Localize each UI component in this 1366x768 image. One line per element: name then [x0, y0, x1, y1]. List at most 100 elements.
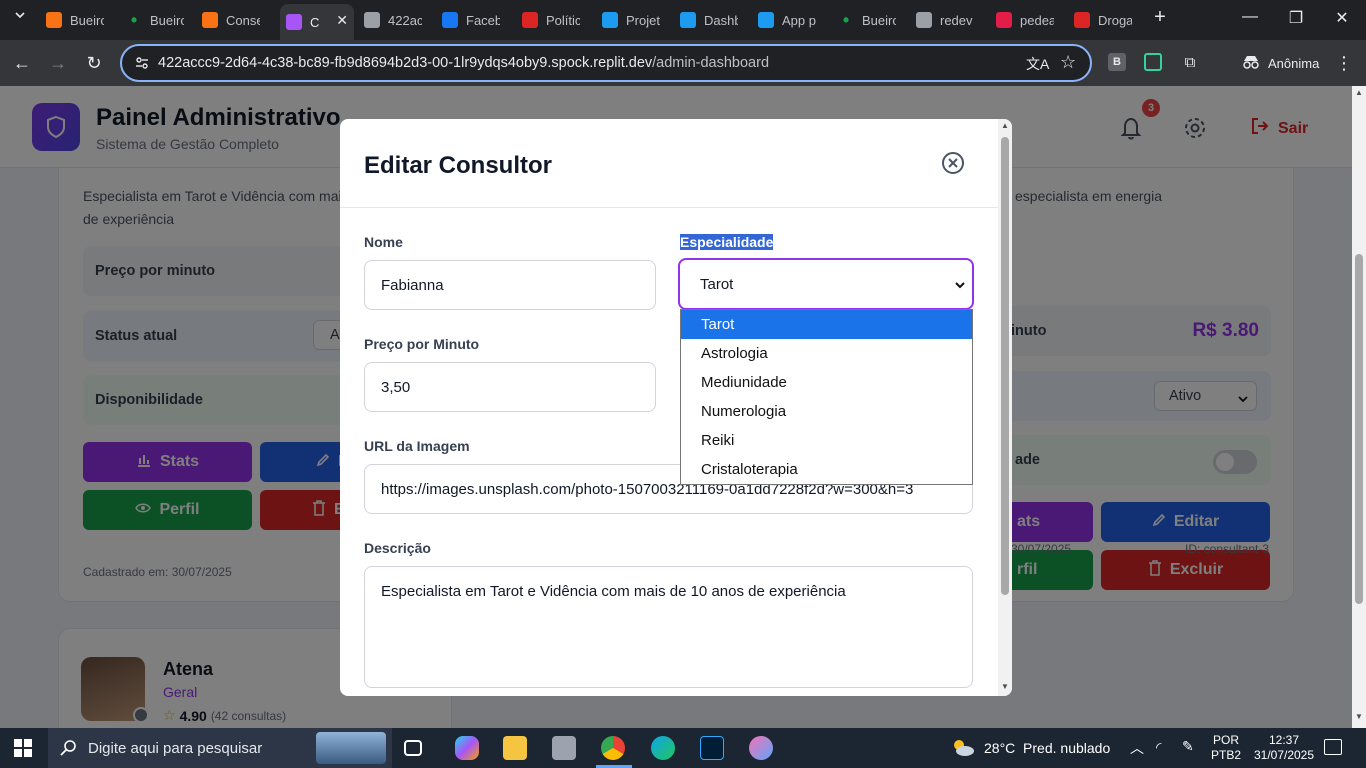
incognito-profile[interactable]: Anônima	[1232, 48, 1329, 78]
file-explorer-icon[interactable]	[503, 736, 527, 760]
replit-icon	[680, 12, 696, 28]
modal-scrollbar[interactable]: ▲ ▼	[998, 119, 1012, 696]
chrome-icon[interactable]	[601, 736, 625, 760]
name-label: Nome	[364, 234, 403, 250]
browser-tab[interactable]: C ✕	[280, 4, 354, 40]
new-tab-icon[interactable]: +	[1148, 6, 1172, 29]
tab-label: Projet	[626, 12, 660, 28]
tab-search-icon[interactable]	[8, 8, 32, 27]
copilot-icon[interactable]	[455, 736, 479, 760]
browser-toolbar: ← → ↻ 422accc9-2d64-4c38-bc89-fb9d8694b2…	[0, 40, 1366, 86]
taskbar-search-input[interactable]: Digite aqui para pesquisar	[48, 728, 392, 768]
tab-label: C	[310, 14, 320, 30]
modal-header: Editar Consultor	[340, 119, 998, 208]
windows-start-icon[interactable]	[14, 739, 32, 762]
close-icon[interactable]	[940, 150, 966, 176]
weather-icon[interactable]	[950, 736, 976, 760]
specialty-select[interactable]: Tarot	[678, 258, 974, 310]
tab-label: Dashb	[704, 12, 738, 28]
browser-tab-bar: Bueiro • Bueiro Conse C ✕ 422ac Faceb Polític Pro…	[0, 0, 1366, 40]
dot-icon: •	[842, 9, 850, 30]
incognito-icon	[1242, 55, 1260, 72]
forward-icon[interactable]: →	[46, 51, 70, 75]
keyboard-layout: PTB2	[1210, 748, 1241, 762]
description-textarea[interactable]: Especialista em Tarot e Vidência com mai…	[364, 566, 973, 688]
tab-label: Bueiro	[150, 12, 184, 28]
photoshop-icon[interactable]	[700, 736, 724, 760]
browser-tab[interactable]: pedea	[990, 6, 1054, 34]
search-icon	[60, 739, 78, 761]
page-scrollbar-thumb[interactable]	[1355, 254, 1363, 604]
replit-icon	[602, 12, 618, 28]
specialty-label: Especialidade	[680, 234, 774, 250]
globe-icon	[916, 12, 932, 28]
reload-icon[interactable]: ↻	[82, 51, 106, 75]
description-label: Descrição	[364, 540, 431, 556]
site-info-icon[interactable]	[134, 55, 150, 76]
policy-icon	[522, 12, 538, 28]
dashboard-icon	[202, 12, 218, 28]
droga-icon	[1074, 12, 1090, 28]
translate-icon[interactable]: 文A	[1026, 54, 1049, 74]
tab-label: Bueiro	[862, 12, 896, 28]
maximize-icon[interactable]: ❐	[1284, 8, 1308, 28]
browser-tab[interactable]: Conse	[196, 6, 260, 34]
browser-tab[interactable]: Bueiro	[40, 6, 104, 34]
browser-tab[interactable]: Droga	[1068, 6, 1132, 34]
notifications-icon[interactable]	[1324, 739, 1342, 755]
specialty-option[interactable]: Reiki	[681, 426, 972, 455]
browser-menu-icon[interactable]: ⋮	[1334, 53, 1354, 73]
bookmark-star-icon[interactable]: ☆	[1060, 52, 1076, 73]
specialty-option[interactable]: Numerologia	[681, 397, 972, 426]
input-language[interactable]: POR PTB2	[1208, 733, 1244, 763]
search-highlight-image	[316, 732, 386, 764]
price-per-minute-input[interactable]: 3,50	[364, 362, 656, 412]
modal-title: Editar Consultor	[364, 152, 553, 179]
tray-chevron-up-icon[interactable]: ︿	[1130, 738, 1144, 758]
network-icon[interactable]: ◜	[1156, 739, 1161, 756]
browser-tab[interactable]: • Bueiro	[120, 6, 184, 34]
address-bar[interactable]: 422accc9-2d64-4c38-bc89-fb9d8694b2d3-00-…	[120, 44, 1092, 82]
profile-label: Anônima	[1268, 55, 1320, 71]
globe-icon	[364, 12, 380, 28]
page-scrollbar[interactable]: ▲ ▼	[1352, 86, 1366, 728]
extensions-puzzle-icon[interactable]: ⧉	[1180, 53, 1200, 73]
task-view-icon[interactable]	[404, 740, 422, 756]
browser-tab[interactable]: Dashb	[674, 6, 738, 34]
specialty-option[interactable]: Tarot	[681, 310, 972, 339]
extension-b-icon[interactable]: B	[1108, 53, 1126, 71]
browser-tab[interactable]: 422ac	[358, 6, 422, 34]
tab-label: Bueiro	[70, 12, 104, 28]
mail-icon[interactable]	[552, 736, 576, 760]
weather-text[interactable]: 28°C Pred. nublado	[984, 740, 1110, 756]
extension-green-icon[interactable]	[1144, 53, 1162, 71]
specialty-option[interactable]: Cristaloterapia	[681, 455, 972, 484]
browser-tab[interactable]: Faceb	[436, 6, 500, 34]
modal-scrollbar-thumb[interactable]	[1001, 137, 1009, 595]
browser-tab[interactable]: redev	[910, 6, 974, 34]
tab-label: App p	[782, 12, 816, 28]
specialty-option[interactable]: Astrologia	[681, 339, 972, 368]
specialty-option[interactable]: Mediunidade	[681, 368, 972, 397]
specialty-dropdown-list: Tarot Astrologia Mediunidade Numerologia…	[680, 309, 973, 485]
clock-time: 12:37	[1268, 733, 1300, 747]
browser-tab[interactable]: • Bueiro	[832, 6, 896, 34]
chevron-down-icon	[954, 277, 966, 294]
browser-tab[interactable]: App p	[752, 6, 816, 34]
browser-tab[interactable]: Projet	[596, 6, 660, 34]
clock-date: 31/07/2025	[1253, 748, 1315, 762]
specialty-select-value: Tarot	[700, 275, 734, 293]
edge-icon[interactable]	[651, 736, 675, 760]
tab-label: 422ac	[388, 12, 422, 28]
clock[interactable]: 12:37 31/07/2025	[1252, 733, 1316, 763]
browser-tab[interactable]: Polític	[516, 6, 580, 34]
window-close-icon[interactable]: ✕	[1330, 8, 1354, 28]
name-input[interactable]: Fabianna	[364, 260, 656, 310]
paint-icon[interactable]	[749, 736, 773, 760]
star-icon	[286, 14, 302, 30]
pen-icon[interactable]: ✎	[1182, 738, 1194, 755]
back-icon[interactable]: ←	[10, 51, 34, 75]
replit-icon	[758, 12, 774, 28]
minimize-icon[interactable]: —	[1238, 8, 1262, 26]
tab-close-icon[interactable]: ✕	[336, 12, 348, 29]
